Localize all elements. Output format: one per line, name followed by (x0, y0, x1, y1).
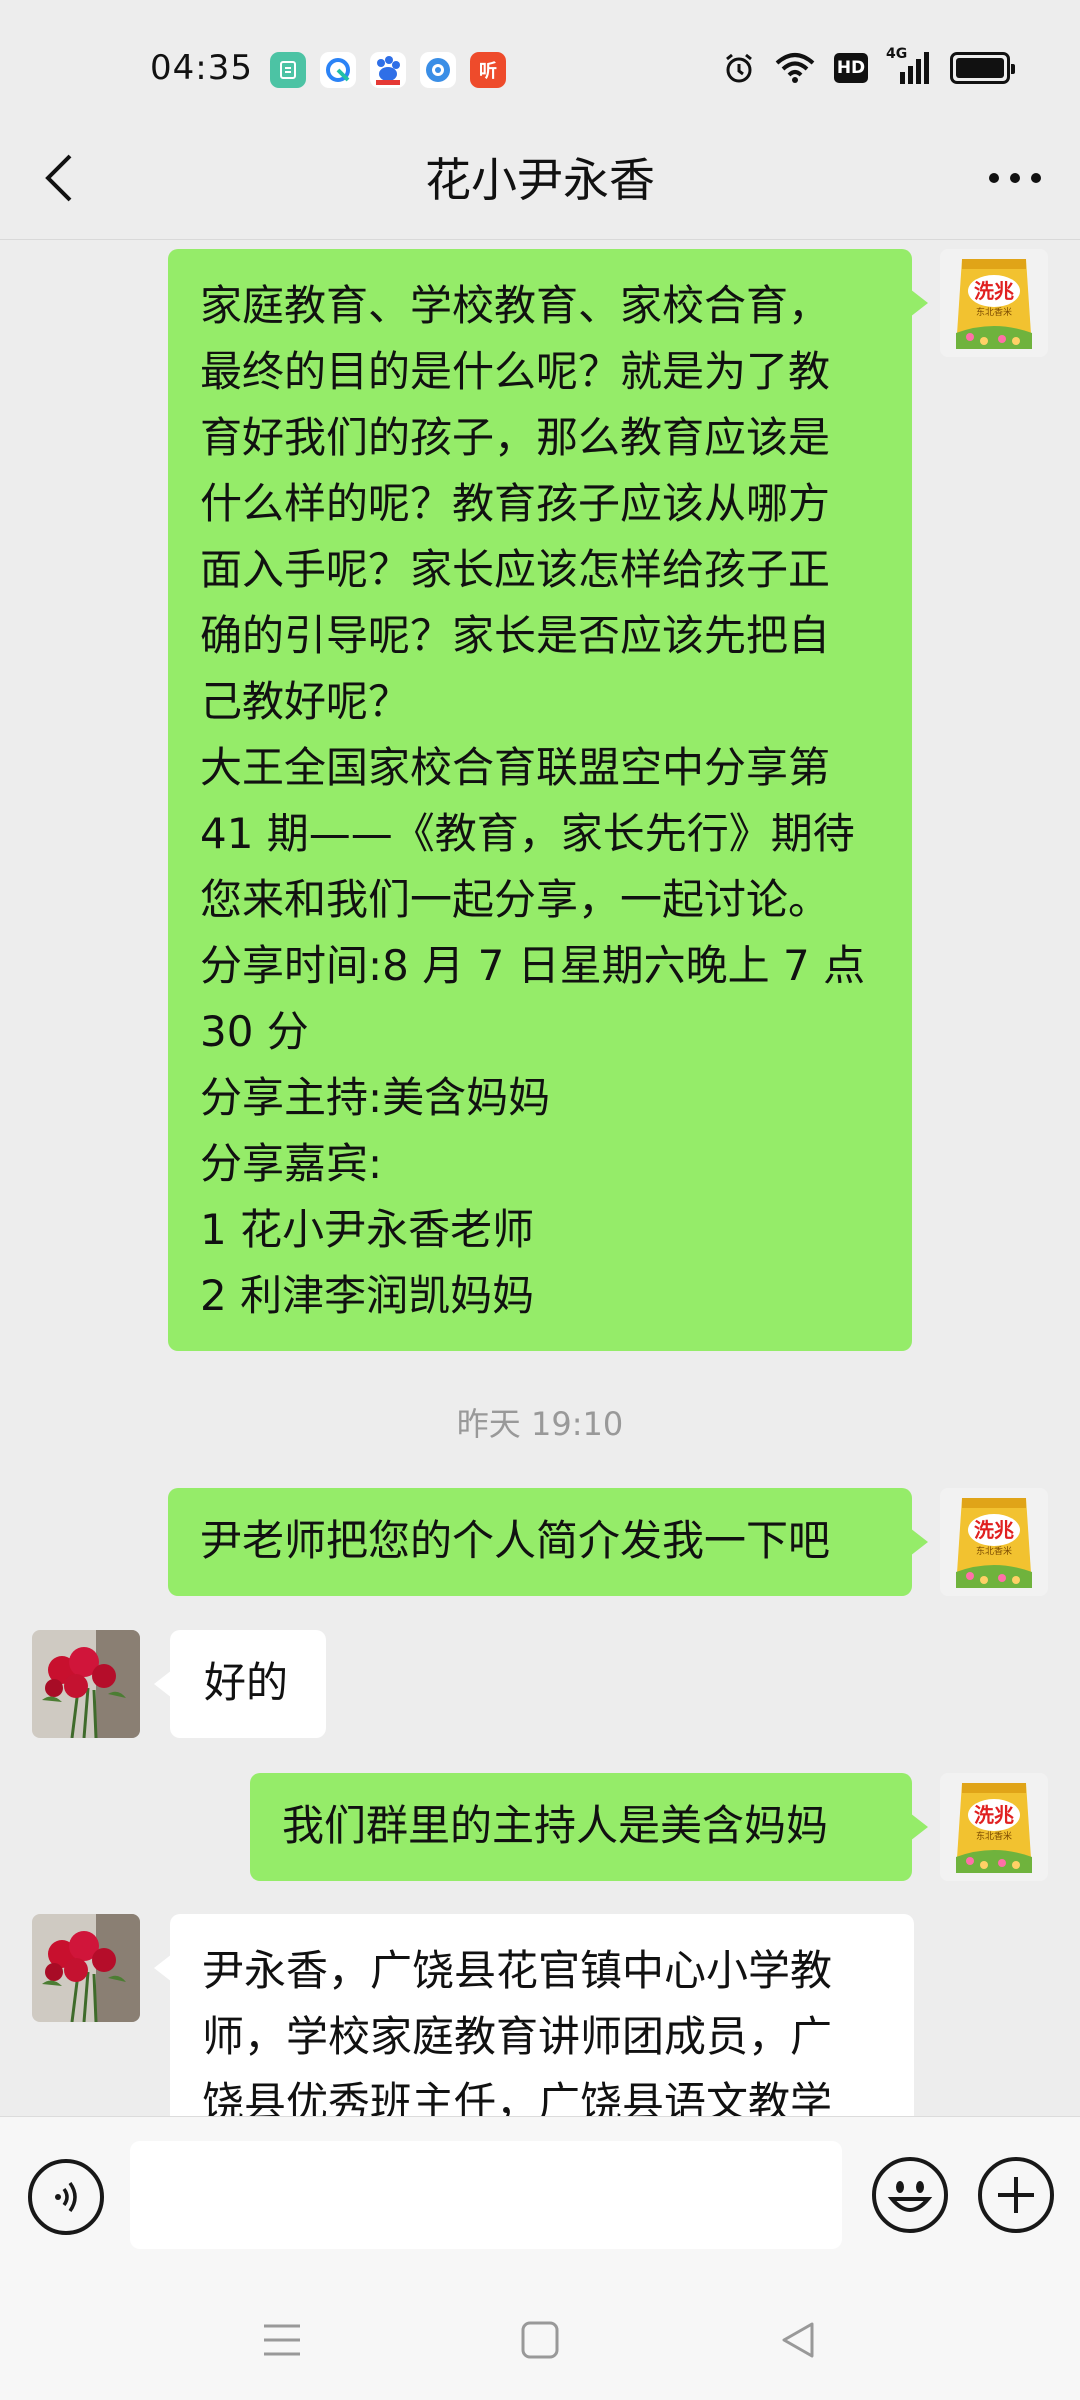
message-text: 尹老师把您的个人简介发我一下吧 (200, 1516, 831, 1565)
more-dots-icon (989, 173, 1041, 183)
message-bubble[interactable]: 尹老师把您的个人简介发我一下吧 (168, 1488, 928, 1596)
svg-text:洗兆: 洗兆 (974, 1803, 1014, 1827)
roses-image (32, 1630, 140, 1738)
message-bubble[interactable]: 家庭教育、学校教育、家校合育， 最终的目的是什么呢？就是为了教 育好我们的孩子，… (168, 249, 928, 1351)
baidu-app-icon (370, 52, 406, 88)
system-nav-bar (0, 2278, 1080, 2400)
message-line: 2 利津李润凯妈妈 (200, 1271, 535, 1320)
camera-app-icon (420, 52, 456, 88)
message-line: 分享时间:8 月 7 日星期六晚上 7 点 (200, 941, 866, 990)
message-line: 您来和我们一起分享，一起讨论。 (200, 875, 831, 924)
message-line: 分享嘉宾: (200, 1139, 383, 1188)
menu-icon (264, 2324, 300, 2356)
my-avatar[interactable]: 洗兆 东北香米 (940, 1488, 1048, 1596)
message-line: 分享主持:美含妈妈 (200, 1073, 551, 1122)
svg-text:洗兆: 洗兆 (974, 1518, 1014, 1542)
message-bubble[interactable]: 好的 (154, 1630, 326, 1738)
voice-icon (55, 2181, 77, 2213)
message-line: 什么样的呢？教育孩子应该从哪方 (200, 479, 831, 528)
browser-app-icon (320, 52, 356, 88)
home-nav-button[interactable] (510, 2312, 570, 2368)
alarm-icon (722, 51, 756, 85)
message-line: 己教好呢？ (200, 677, 411, 726)
message-line: 家庭教育、学校教育、家校合育， (200, 281, 831, 330)
emoji-icon (887, 2181, 933, 2212)
home-square-icon (521, 2321, 559, 2359)
message-line: 面入手呢？家长应该怎样给孩子正 (200, 545, 831, 594)
wifi-icon (774, 51, 816, 85)
more-functions-button[interactable] (978, 2157, 1054, 2233)
notification-icons: 听 (270, 52, 506, 88)
message-line: 师，学校家庭教育讲师团成员，广 (202, 2012, 833, 2061)
rice-bag-image: 洗兆 东北香米 (940, 249, 1048, 357)
message-text: 好的 (204, 1658, 289, 1707)
voice-input-button[interactable] (28, 2159, 104, 2235)
message-line: 尹永香，广饶县花官镇中心小学教 (202, 1946, 833, 1995)
message-line: 30 分 (200, 1007, 309, 1056)
plus-icon (998, 2177, 1034, 2213)
timestamp: 昨天 19:10 (456, 1405, 624, 1443)
bank-app-icon (270, 52, 306, 88)
network-type-label: 4G (886, 46, 908, 62)
message-input[interactable] (130, 2141, 842, 2249)
message-line: 确的引导呢？家长是否应该先把自 (200, 611, 831, 660)
message-line: 饶县优秀班主任，广饶县语文教学 (202, 2078, 833, 2116)
message-line: 最终的目的是什么呢？就是为了教 (200, 347, 831, 396)
contact-avatar[interactable] (32, 1630, 140, 1738)
status-time: 04:35 (150, 48, 253, 88)
battery-icon (950, 52, 1015, 84)
cellular-signal-icon: 4G (886, 46, 932, 86)
message-line: 大王全国家校合育联盟空中分享第 (200, 743, 831, 792)
system-status-icons: HD 4G (722, 46, 1015, 86)
emoji-button[interactable] (872, 2157, 948, 2233)
message-bubble[interactable]: 我们群里的主持人是美含妈妈 (250, 1773, 928, 1881)
message-bubble[interactable]: 尹永香，广饶县花官镇中心小学教 师，学校家庭教育讲师团成员，广 饶县优秀班主任，… (154, 1914, 914, 2116)
back-nav-button[interactable] (768, 2312, 828, 2368)
menu-nav-button[interactable] (252, 2312, 312, 2368)
input-bar (0, 2116, 1080, 2278)
message-text: 我们群里的主持人是美含妈妈 (282, 1801, 829, 1850)
message-line: 育好我们的孩子，那么教育应该是 (200, 413, 831, 462)
svg-text:东北香米: 东北香米 (976, 306, 1012, 318)
message-line: 41 期——《教育，家长先行》期待 (200, 809, 855, 858)
roses-image (32, 1914, 140, 2022)
chat-header: 花小尹永香 (0, 120, 1080, 240)
svg-text:东北香米: 东北香米 (976, 1545, 1012, 1557)
message-line: 1 花小尹永香老师 (200, 1205, 535, 1254)
back-triangle-icon (782, 2322, 814, 2358)
svg-text:东北香米: 东北香米 (976, 1830, 1012, 1842)
ting-app-icon: 听 (470, 52, 506, 88)
more-options-button[interactable] (980, 148, 1050, 208)
chat-title: 花小尹永香 (425, 153, 655, 207)
hd-icon: HD (834, 53, 868, 83)
rice-bag-image: 洗兆 东北香米 (940, 1773, 1048, 1881)
svg-text:洗兆: 洗兆 (974, 279, 1014, 303)
contact-avatar[interactable] (32, 1914, 140, 2022)
my-avatar[interactable]: 洗兆 东北香米 (940, 249, 1048, 357)
message-list[interactable]: 家庭教育、学校教育、家校合育， 最终的目的是什么呢？就是为了教 育好我们的孩子，… (0, 241, 1080, 2116)
status-bar: 04:35 听 HD 4G (0, 0, 1080, 140)
my-avatar[interactable]: 洗兆 东北香米 (940, 1773, 1048, 1881)
rice-bag-image: 洗兆 东北香米 (940, 1488, 1048, 1596)
